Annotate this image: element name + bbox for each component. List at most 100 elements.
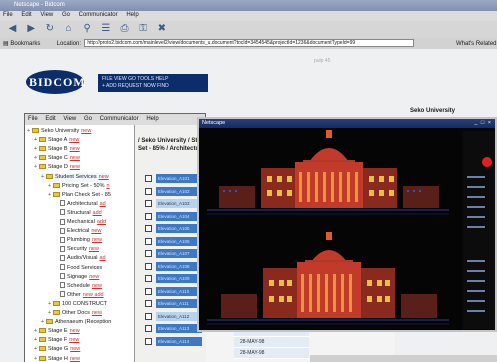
tree-item-flag[interactable]: new	[69, 137, 79, 143]
tree-item-flag[interactable]: new	[81, 128, 91, 134]
tree-item[interactable]: Security new	[55, 245, 99, 254]
tree-item[interactable]: Mechanical add	[55, 218, 106, 227]
tree-item-flag[interactable]: new	[89, 274, 99, 280]
menu-view[interactable]: View	[40, 12, 53, 18]
tree-item[interactable]: Audio/Visual ad	[55, 254, 106, 263]
row-checkbox[interactable]	[145, 262, 152, 270]
menu-view[interactable]: View	[63, 116, 76, 122]
tree-item[interactable]: Electrical new	[55, 227, 101, 236]
menu-edit[interactable]: Edit	[45, 116, 55, 122]
tree-item-flag[interactable]: new	[70, 356, 80, 362]
document-name-cell[interactable]: Elevation_A113	[156, 324, 202, 333]
document-name-cell[interactable]: Elevation_A104	[156, 211, 202, 221]
tree-item[interactable]: + Stage Enew	[34, 327, 80, 336]
menu-help[interactable]: Help	[146, 116, 158, 122]
tree-item[interactable]: Food Services	[55, 264, 104, 273]
tree-item[interactable]: + Other Docs new	[48, 309, 102, 318]
tree-item-flag[interactable]: new	[70, 164, 80, 170]
tree-item[interactable]: + Stage Anew	[34, 136, 79, 145]
tree-item-flag[interactable]: new	[92, 283, 102, 289]
stop-icon[interactable]: ✖	[155, 22, 168, 35]
document-name-cell[interactable]: Elevation_A109	[156, 274, 202, 283]
menu-file[interactable]: File	[3, 12, 13, 18]
menu-edit[interactable]: Edit	[21, 12, 31, 18]
table-row[interactable]: Elevation_A104	[141, 211, 205, 223]
tree-item[interactable]: + Pricing Set - 50% n	[48, 182, 110, 191]
row-checkbox[interactable]	[145, 237, 152, 245]
tree-item[interactable]: + Seko University new	[27, 127, 91, 136]
row-checkbox[interactable]	[145, 275, 152, 282]
tree-item[interactable]: Architectural ad	[55, 200, 106, 209]
menu-communicator[interactable]: Communicator	[79, 12, 118, 18]
tree-item-flag[interactable]: new	[70, 146, 80, 152]
tree-item[interactable]: +100 CONSTRUCT	[48, 300, 109, 309]
document-name-cell[interactable]: Elevation_A111	[156, 299, 202, 308]
reload-icon[interactable]: ↻	[43, 22, 56, 35]
document-name-cell[interactable]: Elevation_A101	[156, 174, 202, 183]
table-row[interactable]: Elevation_A102	[141, 186, 205, 198]
row-checkbox[interactable]	[145, 300, 152, 307]
row-checkbox[interactable]	[145, 225, 152, 232]
tree-item[interactable]: Structural add	[55, 209, 102, 218]
tree-item-flag[interactable]: new	[99, 174, 109, 180]
tree-item[interactable]: Signage new	[55, 273, 99, 282]
tree-item-flag[interactable]: new	[70, 346, 80, 352]
tree-item[interactable]: + Stage Gnew	[34, 345, 80, 354]
tree-item-flag[interactable]: new	[70, 328, 80, 334]
back-icon[interactable]: ◀	[6, 22, 19, 35]
menu-go[interactable]: Go	[62, 12, 70, 18]
table-row[interactable]: Elevation_A110	[141, 286, 205, 298]
forward-icon[interactable]: ▶	[25, 22, 38, 35]
brand-nav-line2[interactable]: + ADD REQUEST NOW FIND	[102, 83, 204, 90]
guide-icon[interactable]: ☰	[99, 22, 112, 35]
tree-item-flag[interactable]: add	[97, 219, 106, 225]
security-icon[interactable]: ⚿	[137, 22, 150, 35]
document-name-cell[interactable]: Elevation_A110	[156, 286, 202, 296]
document-name-cell[interactable]: Elevation_A108	[156, 261, 202, 271]
tree-item[interactable]: + Student Services new	[41, 172, 109, 182]
table-row[interactable]: Elevation_A107	[141, 248, 205, 260]
document-name-cell[interactable]: Elevation_A106	[156, 236, 202, 246]
menu-file[interactable]: File	[28, 116, 38, 122]
document-name-cell[interactable]: Elevation_A105	[156, 224, 202, 233]
tree-item[interactable]: + Athenaeum (Reception	[41, 318, 113, 327]
table-row[interactable]: Elevation_A113	[141, 323, 205, 335]
cad-drawing[interactable]	[199, 128, 461, 330]
row-checkbox[interactable]	[145, 212, 152, 220]
tree-item-flag[interactable]: add	[93, 210, 102, 216]
row-checkbox[interactable]	[145, 250, 152, 257]
row-checkbox[interactable]	[145, 287, 152, 295]
tree-item-flag[interactable]: new	[89, 246, 99, 252]
tree-item[interactable]: Other new add	[55, 291, 104, 300]
tree-item-flag[interactable]: new	[70, 155, 80, 161]
table-row[interactable]: Elevation_A112	[141, 311, 205, 323]
tree-item-flag[interactable]: new	[92, 237, 102, 243]
tree-item[interactable]: Plumbing new	[55, 236, 102, 245]
table-row[interactable]: Elevation_A106	[141, 236, 205, 248]
tree-item[interactable]: + Plan Check Set - 85	[48, 191, 113, 200]
table-row[interactable]: Elevation_A103	[141, 198, 205, 210]
tree-item[interactable]: + Stage Bnew	[34, 145, 80, 154]
viewer-layer-panel[interactable]	[463, 131, 495, 329]
tree-item-flag[interactable]: new	[69, 337, 79, 343]
row-checkbox[interactable]	[145, 175, 152, 182]
table-row[interactable]: Elevation_A111	[141, 298, 205, 310]
table-row[interactable]: Elevation_A109	[141, 273, 205, 285]
document-name-cell[interactable]: Elevation_A114	[156, 336, 202, 346]
document-name-cell[interactable]: Elevation_A112	[156, 311, 202, 321]
row-checkbox[interactable]	[145, 200, 152, 207]
tree-item-flag[interactable]: new add	[83, 292, 104, 298]
home-icon[interactable]: ⌂	[62, 22, 75, 35]
tree-item[interactable]: Schedule new	[55, 282, 102, 291]
tree-item-flag[interactable]: new	[91, 228, 101, 234]
row-checkbox[interactable]	[145, 187, 152, 195]
table-row[interactable]: Elevation_A108	[141, 261, 205, 273]
document-name-cell[interactable]: Elevation_A103	[156, 199, 202, 208]
whats-related-button[interactable]: What's Related	[456, 41, 497, 47]
table-row[interactable]: Elevation_A114	[141, 336, 205, 348]
table-row[interactable]: Elevation_A101	[141, 173, 205, 185]
tree-item-flag[interactable]: n	[107, 183, 110, 189]
document-name-cell[interactable]: Elevation_A102	[156, 186, 202, 196]
menu-help[interactable]: Help	[126, 12, 138, 18]
brand-nav-line1[interactable]: FILE VIEW GO TOOLS HELP	[102, 76, 204, 83]
